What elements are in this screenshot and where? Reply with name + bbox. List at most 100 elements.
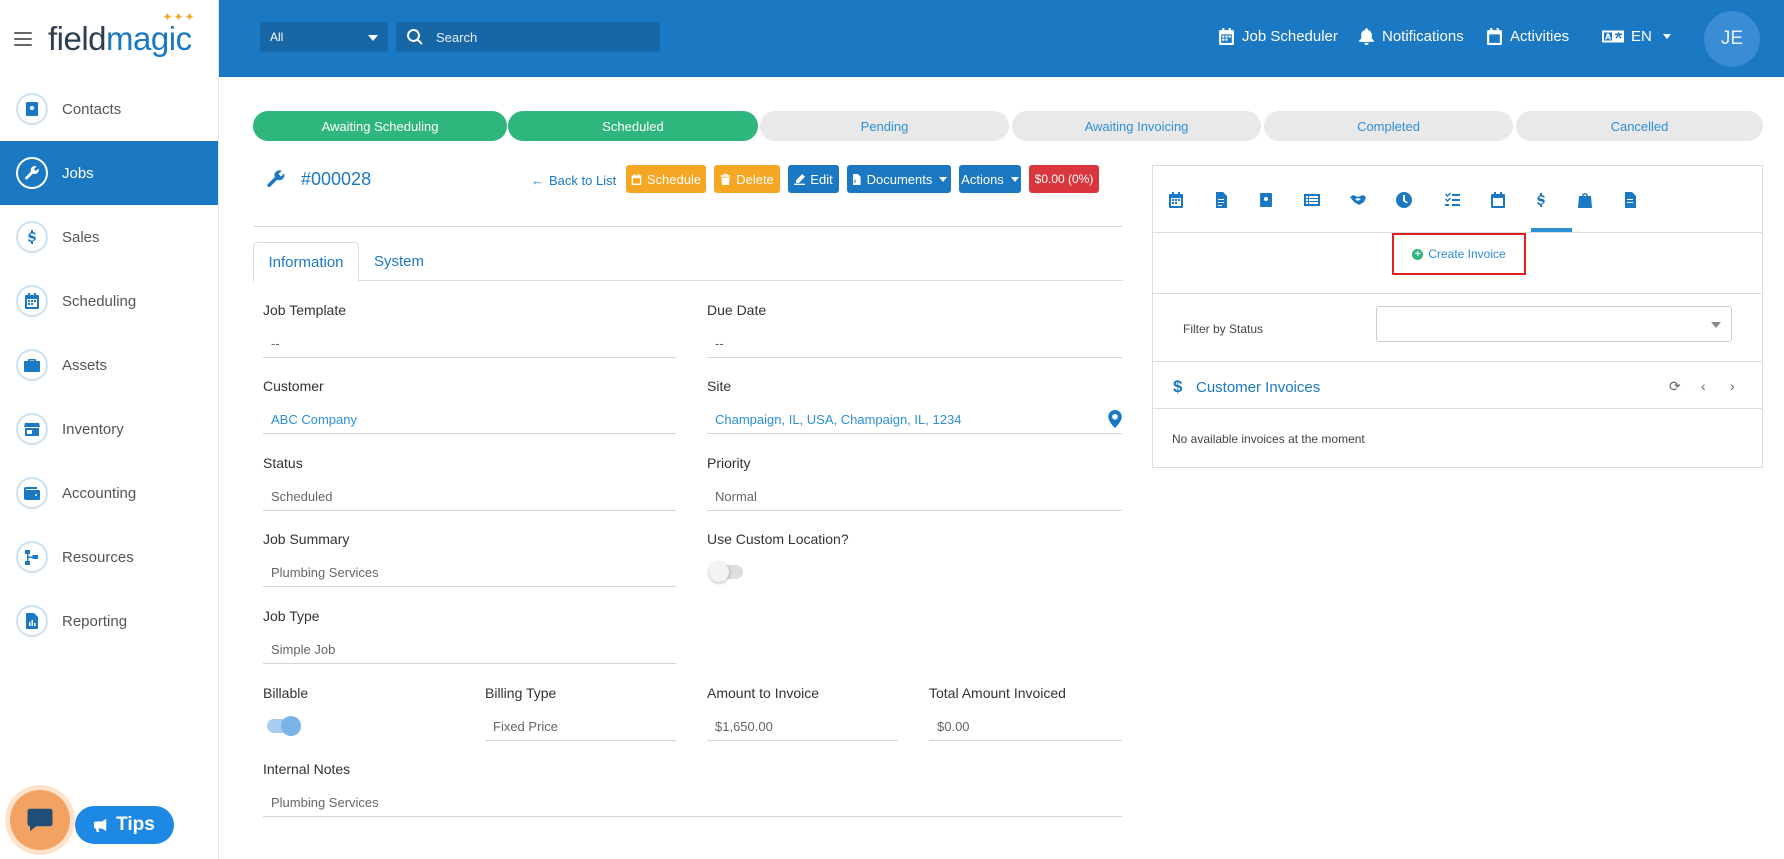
due-date-value[interactable]: --: [707, 330, 1122, 358]
chat-bubble-button[interactable]: [10, 790, 70, 850]
briefcase-icon: [16, 349, 48, 381]
tips-label: Tips: [116, 814, 155, 835]
hamburger-menu-icon[interactable]: [14, 31, 32, 46]
edit-button[interactable]: Edit: [788, 165, 839, 193]
step-completed[interactable]: Completed: [1264, 111, 1513, 141]
due-date-field[interactable]: Due Date --: [707, 302, 1122, 358]
tab-system[interactable]: System: [359, 242, 439, 281]
status-field[interactable]: Status Scheduled: [263, 455, 676, 511]
calendar-alt-icon: [1487, 28, 1502, 45]
sidebar-item-reporting[interactable]: Reporting: [0, 589, 218, 653]
list-icon[interactable]: [1302, 190, 1322, 210]
step-label: Cancelled: [1610, 118, 1669, 134]
clock-icon[interactable]: [1394, 190, 1414, 210]
toggle-knob: [709, 562, 729, 582]
step-awaiting-scheduling[interactable]: Awaiting Scheduling: [253, 111, 507, 141]
customer-link[interactable]: ABC Company: [263, 406, 676, 434]
app-logo[interactable]: fieldmagic ✦✦✦: [48, 10, 195, 58]
site-value[interactable]: Champaign, IL, USA, Champaign, IL, 1234: [707, 406, 1122, 434]
sidebar-item-resources[interactable]: Resources: [0, 525, 218, 589]
sidebar-item-assets[interactable]: Assets: [0, 333, 218, 397]
invoices-empty-message: No available invoices at the moment: [1172, 432, 1365, 446]
job-scheduler-link[interactable]: Job Scheduler: [1218, 28, 1338, 45]
field-label: Due Date: [707, 302, 767, 318]
megaphone-icon: [94, 818, 107, 832]
delete-button[interactable]: Delete: [714, 165, 780, 193]
sidebar-item-contacts[interactable]: Contacts: [0, 77, 218, 141]
dollar-icon: $: [1173, 377, 1183, 396]
language-switcher[interactable]: EN: [1602, 28, 1671, 45]
user-avatar[interactable]: JE: [1704, 11, 1760, 67]
amount-to-invoice-value[interactable]: $1,650.00: [707, 713, 898, 741]
wallet-icon: [16, 477, 48, 509]
job-template-value[interactable]: --: [263, 330, 676, 358]
toggle-knob: [281, 716, 301, 736]
handshake-icon[interactable]: [1348, 190, 1368, 210]
billable-toggle[interactable]: [267, 716, 301, 736]
billing-type-value[interactable]: Fixed Price: [485, 713, 676, 741]
field-label: Billable: [263, 685, 309, 701]
sidebar-item-accounting[interactable]: Accounting: [0, 461, 218, 525]
internal-notes-value[interactable]: Plumbing Services: [263, 789, 1122, 817]
create-invoice-button[interactable]: + Create Invoice: [1392, 233, 1526, 275]
sidebar-item-jobs[interactable]: Jobs: [0, 141, 218, 205]
sidebar-item-scheduling[interactable]: Scheduling: [0, 269, 218, 333]
job-type-value[interactable]: Simple Job: [263, 636, 676, 664]
search-input[interactable]: Search: [396, 22, 660, 52]
tab-bar: Information System: [253, 242, 1123, 282]
pdf-icon: [852, 173, 861, 185]
tab-information[interactable]: Information: [253, 242, 359, 282]
sidebar-item-label: Reporting: [62, 612, 128, 630]
filter-by-status-select[interactable]: [1376, 306, 1732, 342]
edit-label: Edit: [810, 171, 833, 187]
step-cancelled[interactable]: Cancelled: [1516, 111, 1763, 141]
calendar-alt-icon[interactable]: [1488, 190, 1508, 210]
step-scheduled[interactable]: Scheduled: [508, 111, 758, 141]
amount-to-invoice-field[interactable]: Amount to Invoice $1,650.00: [707, 685, 898, 741]
dollar-icon[interactable]: [1531, 190, 1551, 210]
chevron-down-icon: [1711, 322, 1721, 328]
site-link[interactable]: Champaign, IL, USA, Champaign, IL, 1234: [715, 412, 961, 427]
step-awaiting-invoicing[interactable]: Awaiting Invoicing: [1012, 111, 1261, 141]
file-icon[interactable]: [1620, 190, 1640, 210]
wrench-icon: [267, 170, 285, 188]
notifications-label: Notifications: [1382, 28, 1464, 45]
priority-value[interactable]: Normal: [707, 483, 1122, 511]
document-icon[interactable]: [1211, 190, 1231, 210]
map-marker-icon[interactable]: [1108, 410, 1122, 428]
filter-row: Filter by Status: [1153, 293, 1762, 365]
back-to-list-link[interactable]: ← Back to List: [531, 173, 616, 188]
chevron-left-icon[interactable]: ‹: [1701, 378, 1706, 394]
field-label: Job Type: [263, 608, 320, 624]
actions-dropdown-button[interactable]: Actions: [959, 165, 1021, 193]
schedule-button[interactable]: Schedule: [626, 165, 706, 193]
priority-field[interactable]: Priority Normal: [707, 455, 1122, 511]
notifications-link[interactable]: Notifications: [1358, 28, 1464, 45]
custom-location-toggle[interactable]: [709, 562, 743, 582]
billing-type-field[interactable]: Billing Type Fixed Price: [485, 685, 676, 741]
activities-link[interactable]: Activities: [1486, 28, 1569, 45]
documents-dropdown-button[interactable]: Documents: [847, 165, 951, 193]
job-summary-field[interactable]: Job Summary Plumbing Services: [263, 531, 676, 587]
refresh-icon[interactable]: ⟳: [1669, 378, 1681, 395]
step-pending[interactable]: Pending: [760, 111, 1009, 141]
chevron-right-icon[interactable]: ›: [1730, 378, 1735, 394]
shopping-bag-icon[interactable]: [1575, 190, 1595, 210]
internal-notes-field[interactable]: Internal Notes Plumbing Services: [263, 761, 1122, 817]
search-scope-select[interactable]: All: [260, 22, 388, 52]
trash-icon: [720, 173, 731, 185]
contact-card-icon: [16, 93, 48, 125]
sidebar-item-sales[interactable]: Sales: [0, 205, 218, 269]
job-type-field[interactable]: Job Type Simple Job: [263, 608, 676, 664]
sidebar-item-inventory[interactable]: Inventory: [0, 397, 218, 461]
calendar-icon[interactable]: [1166, 190, 1186, 210]
contact-card-icon[interactable]: [1256, 190, 1276, 210]
job-template-field[interactable]: Job Template --: [263, 302, 676, 358]
tips-button[interactable]: Tips: [75, 806, 174, 844]
status-value[interactable]: Scheduled: [263, 483, 676, 511]
checklist-icon[interactable]: [1442, 190, 1462, 210]
chat-icon: [27, 808, 53, 832]
tab-label: System: [373, 253, 424, 270]
search-scope-value: All: [270, 30, 284, 44]
job-summary-value[interactable]: Plumbing Services: [263, 559, 676, 587]
